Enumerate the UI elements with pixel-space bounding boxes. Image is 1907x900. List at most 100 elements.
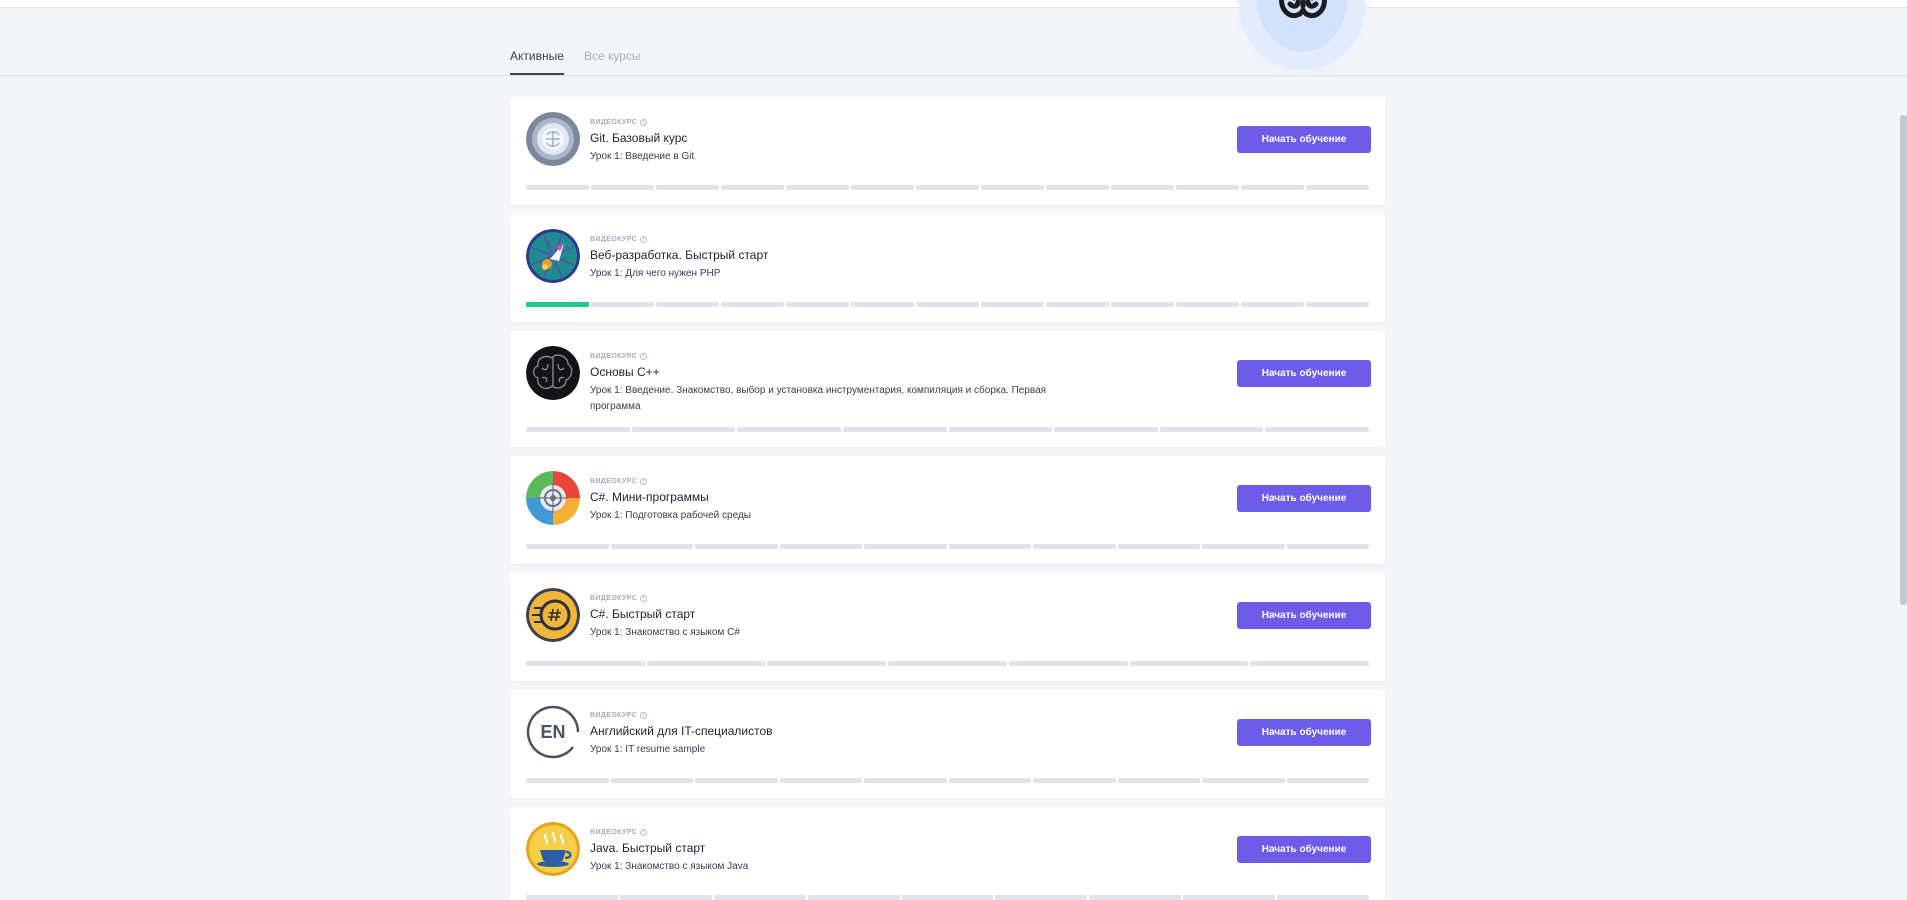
course-card-web-dev: ВИДЕОКУРС i Веб-разработка. Быстрый стар… <box>510 214 1385 322</box>
course-kind-label: ВИДЕОКУРС i <box>590 595 648 602</box>
progress-segment <box>1202 778 1285 783</box>
course-title[interactable]: C#. Быстрый старт <box>590 607 695 621</box>
course-list: ВИДЕОКУРС i Git. Базовый курс Урок 1: Вв… <box>510 97 1385 900</box>
current-lesson: Урок 1: Знакомство с языком Java <box>590 861 749 872</box>
progress-segment <box>721 302 784 307</box>
course-kind-label: ВИДЕОКУРС i <box>590 478 648 485</box>
progress-segment <box>807 895 900 900</box>
progress-segment <box>786 302 849 307</box>
coffee-cup-icon <box>526 822 580 876</box>
progress-segment <box>610 778 693 783</box>
info-icon[interactable]: i <box>640 478 648 485</box>
top-header-strip <box>0 0 1907 8</box>
course-card-java: ВИДЕОКУРС i Java. Быстрый старт Урок 1: … <box>510 807 1385 900</box>
course-card-csharp-quick: ВИДЕОКУРС i C#. Быстрый старт Урок 1: Зн… <box>510 573 1385 681</box>
target-icon <box>526 471 580 525</box>
progress-segment <box>1306 185 1369 190</box>
info-icon[interactable]: i <box>640 712 648 719</box>
rocket-icon <box>526 229 580 283</box>
current-lesson: Урок 1: Подготовка рабочей среды <box>590 510 751 521</box>
current-lesson: Урок 1: Введение. Знакомство, выбор и ус… <box>590 385 1047 412</box>
info-icon[interactable]: i <box>640 236 648 243</box>
course-kind-label: ВИДЕОКУРС i <box>590 353 648 360</box>
progress-segment <box>1008 661 1128 666</box>
course-progress-bar <box>526 302 1369 307</box>
progress-segment <box>1033 778 1116 783</box>
course-progress-bar <box>526 185 1369 190</box>
progress-segment <box>646 661 766 666</box>
progress-segment <box>1277 895 1370 900</box>
progress-segment <box>901 895 994 900</box>
progress-segment <box>526 544 609 549</box>
progress-segment <box>526 185 589 190</box>
info-icon[interactable]: i <box>640 119 648 126</box>
progress-segment <box>1202 544 1285 549</box>
info-icon[interactable]: i <box>640 353 648 360</box>
progress-segment <box>1286 544 1369 549</box>
progress-segment <box>526 778 609 783</box>
progress-segment <box>1286 778 1369 783</box>
course-tabs: Активные Все курсы <box>0 36 1907 76</box>
course-title[interactable]: Английский для IT-специалистов <box>590 724 773 738</box>
tab-all-courses[interactable]: Все курсы <box>584 49 641 73</box>
current-lesson: Урок 1: Знакомство с языком C# <box>590 627 740 638</box>
progress-segment <box>842 427 947 432</box>
progress-segment <box>1241 302 1304 307</box>
start-learning-button[interactable]: Начать обучение <box>1237 360 1371 387</box>
progress-segment <box>1129 661 1249 666</box>
progress-segment <box>1111 302 1174 307</box>
progress-segment <box>948 544 1031 549</box>
progress-segment <box>526 895 618 900</box>
course-kind-label: ВИДЕОКУРС i <box>590 119 648 126</box>
course-title[interactable]: Git. Базовый курс <box>590 131 687 145</box>
progress-segment <box>610 544 693 549</box>
progress-segment <box>1250 661 1370 666</box>
tab-active-courses[interactable]: Активные <box>510 49 564 75</box>
progress-segment <box>1033 544 1116 549</box>
course-title[interactable]: Веб-разработка. Быстрый старт <box>590 248 768 262</box>
progress-segment-completed <box>526 302 589 307</box>
progress-segment <box>695 778 778 783</box>
progress-segment <box>1241 185 1304 190</box>
course-progress-bar <box>526 661 1370 666</box>
course-progress-bar <box>526 544 1369 549</box>
course-title[interactable]: C#. Мини-программы <box>590 490 709 504</box>
progress-segment <box>981 302 1044 307</box>
start-learning-button[interactable]: Начать обучение <box>1237 836 1371 863</box>
course-card-cpp: ВИДЕОКУРС i Основы C++ Урок 1: Введение.… <box>510 331 1385 447</box>
progress-segment <box>948 427 1053 432</box>
progress-segment <box>591 302 654 307</box>
start-learning-button[interactable]: Начать обучение <box>1237 719 1371 746</box>
course-card-git: ВИДЕОКУРС i Git. Базовый курс Урок 1: Вв… <box>510 97 1385 205</box>
progress-segment <box>1159 427 1264 432</box>
course-kind-label: ВИДЕОКУРС i <box>590 712 648 719</box>
start-learning-button[interactable]: Начать обучение <box>1237 485 1371 512</box>
course-progress-bar <box>526 778 1369 783</box>
current-lesson: Урок 1: Для чего нужен PHP <box>590 268 721 279</box>
start-learning-button[interactable]: Начать обучение <box>1237 602 1371 629</box>
course-card-english-it: EN ВИДЕОКУРС i Английский для IT-специал… <box>510 690 1385 798</box>
info-icon[interactable]: i <box>640 595 648 602</box>
info-icon[interactable]: i <box>640 829 648 836</box>
course-title[interactable]: Основы C++ <box>590 365 660 379</box>
progress-segment <box>851 302 914 307</box>
progress-segment <box>948 778 1031 783</box>
progress-segment <box>916 302 979 307</box>
page-scrollbar[interactable] <box>1900 115 1907 605</box>
brain-icon <box>526 346 580 400</box>
current-lesson: Урок 1: Введение в Git <box>590 151 695 162</box>
progress-segment <box>656 185 719 190</box>
en-badge-icon: EN <box>526 705 580 759</box>
progress-segment <box>864 778 947 783</box>
progress-segment <box>721 185 784 190</box>
course-title[interactable]: Java. Быстрый старт <box>590 841 705 855</box>
progress-segment <box>1306 302 1369 307</box>
progress-segment <box>1183 895 1276 900</box>
progress-segment <box>767 661 887 666</box>
start-learning-button[interactable]: Начать обучение <box>1237 126 1371 153</box>
progress-segment <box>1046 185 1109 190</box>
progress-segment <box>1265 427 1369 432</box>
progress-segment <box>526 427 630 432</box>
course-progress-bar <box>526 427 1369 432</box>
progress-segment <box>526 661 645 666</box>
